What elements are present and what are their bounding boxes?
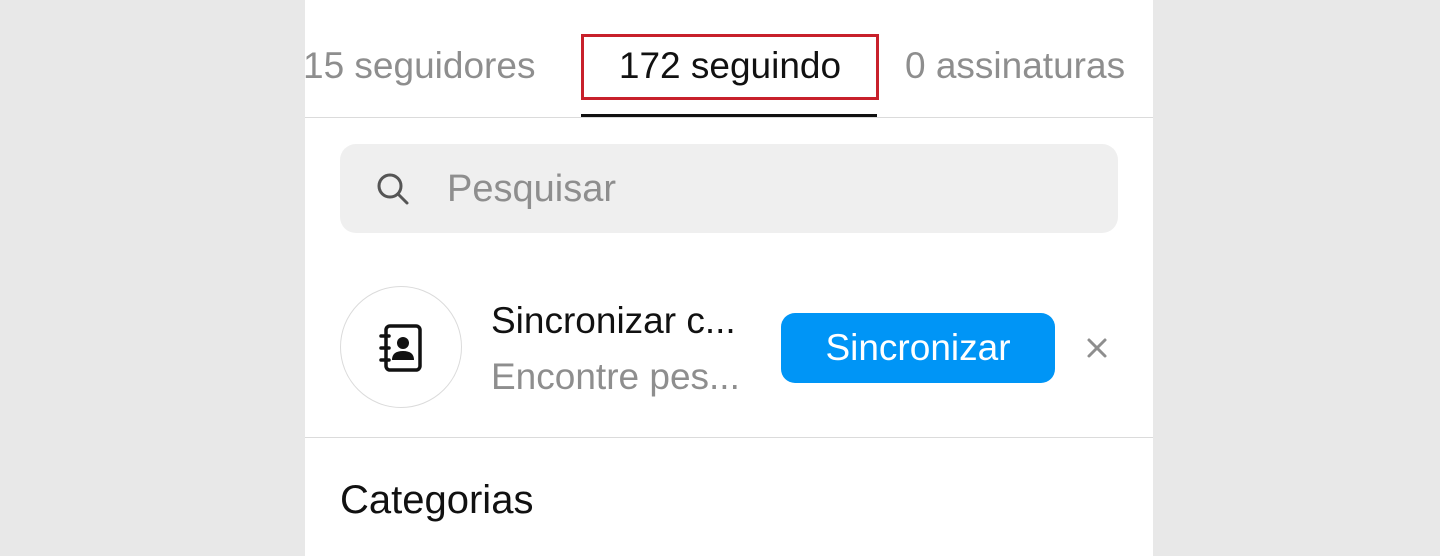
sync-title: Sincronizar c...: [491, 300, 736, 341]
search-bar[interactable]: [340, 144, 1118, 233]
following-screen: 15 seguidores 172 seguindo 0 assinaturas…: [305, 0, 1153, 556]
search-icon: [377, 173, 409, 205]
search-input[interactable]: [445, 160, 1089, 218]
contacts-book-icon: [379, 324, 422, 372]
close-icon[interactable]: [1085, 336, 1109, 360]
tab-followers[interactable]: 15 seguidores: [305, 36, 535, 96]
row-divider: [305, 437, 1153, 438]
tab-subscriptions[interactable]: 0 assinaturas: [905, 36, 1125, 96]
sync-contacts-row: Sincronizar c... Encontre pes... Sincron…: [305, 286, 1153, 412]
tabs-divider: [305, 117, 1153, 118]
categories-heading: Categorias: [340, 478, 534, 522]
profile-tabs: 15 seguidores 172 seguindo 0 assinaturas: [305, 0, 1153, 118]
contacts-avatar: [340, 286, 462, 408]
sync-subtitle: Encontre pes...: [491, 356, 740, 397]
tab-following[interactable]: 172 seguindo: [583, 36, 877, 96]
sync-button[interactable]: Sincronizar: [781, 313, 1055, 383]
